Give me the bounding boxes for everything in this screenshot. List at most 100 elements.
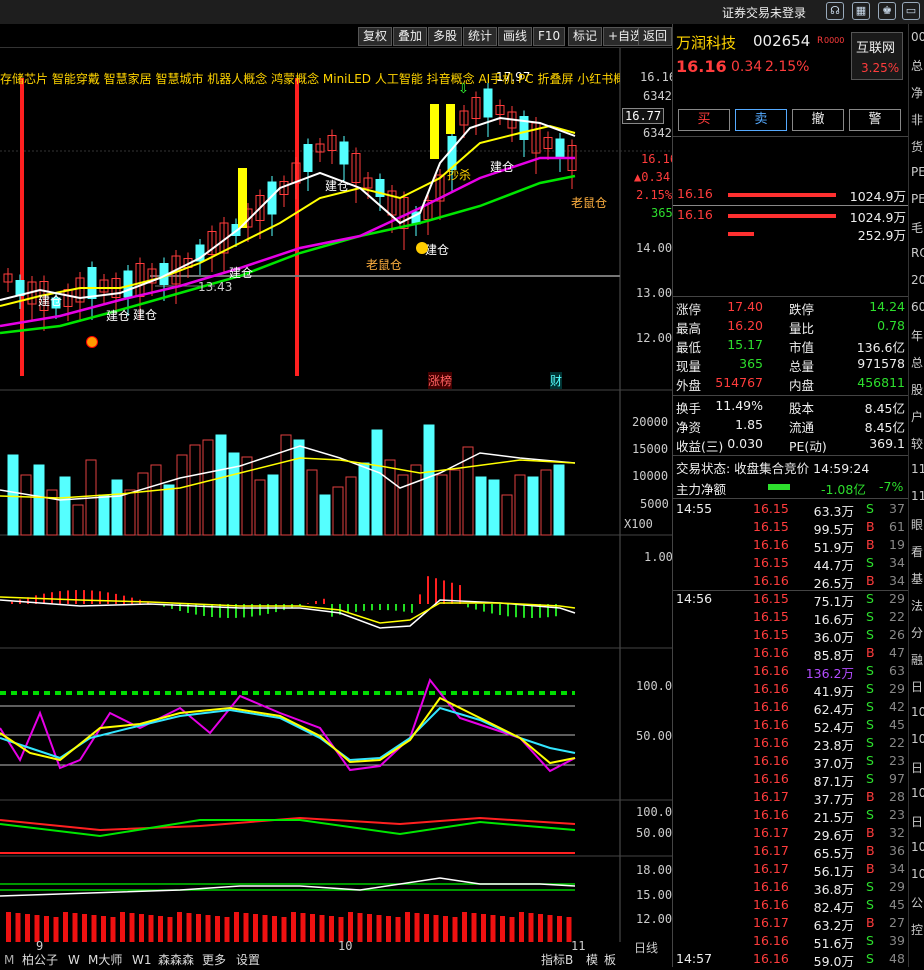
sector-pct: 3.25% [861, 61, 900, 75]
ind4-bar [129, 913, 135, 942]
quote-value: 15.17 [727, 337, 763, 352]
quote-row: 涨停 17.40 跌停 14.24 [673, 299, 909, 317]
tab-item[interactable]: 模 [586, 954, 598, 967]
tick-count: 42 [889, 699, 905, 714]
tab-item[interactable]: 指标B [541, 954, 573, 967]
tick-count: 39 [889, 933, 905, 948]
tick-row: 16.16 87.1万 S 97 [673, 771, 909, 789]
tick-side: S [866, 681, 874, 696]
alert-button[interactable]: 警 [849, 109, 901, 131]
tab-item[interactable]: 森森森 [158, 954, 194, 967]
quote-row: 收益(三) 0.030 PE(动) 369.1 [673, 436, 909, 454]
tab-item[interactable]: W [68, 954, 80, 967]
fuquan-button[interactable]: 复权 [358, 27, 393, 46]
tab-item[interactable]: 柏公子 [22, 954, 58, 967]
tab-item[interactable]: 更多 [202, 954, 226, 967]
quote-label: 外盘 [676, 378, 702, 393]
side-info-item: 00 [911, 30, 924, 44]
ind4-bar [6, 912, 11, 942]
tick-volume: 99.5万 [813, 522, 854, 537]
tick-side: B [866, 843, 875, 858]
tick-side: S [866, 627, 874, 642]
tick-count: 34 [889, 861, 905, 876]
buy-button[interactable]: 买 [678, 109, 730, 131]
volume-bar [228, 452, 240, 536]
quote-label: 量比 [789, 321, 815, 336]
side-info-item: 货 [911, 140, 924, 154]
chart-toolbar: 复权 叠加 多股 统计 画线 F10 标记 +自选 返回 [0, 24, 672, 48]
side-info-item: 非 [911, 113, 924, 127]
quote-value: 0.030 [727, 436, 763, 451]
volume-bar [33, 464, 45, 536]
tick-side: S [866, 699, 874, 714]
window-icon[interactable]: ▭ [902, 2, 920, 20]
tab-arrow-icon[interactable]: M [4, 954, 14, 967]
quote-label: PE(动) [789, 439, 827, 454]
tab-item[interactable]: W1 [132, 954, 152, 967]
tick-price: 16.15 [753, 555, 789, 570]
side-info-item: 较 [911, 437, 924, 451]
mark-button[interactable]: 标记 [568, 27, 603, 46]
tick-count: 28 [889, 789, 905, 804]
sell-button[interactable]: 卖 [735, 109, 787, 131]
side-info-item: RO [911, 246, 924, 260]
tick-volume: 85.8万 [813, 648, 854, 663]
tick-side: S [866, 663, 874, 678]
tick-count: 19 [889, 537, 905, 552]
ind4-bar [72, 913, 78, 942]
stats-button[interactable]: 统计 [463, 27, 498, 46]
ind4-bar [224, 917, 230, 942]
axis-top-price: 16.16 [640, 70, 677, 84]
volume-bar [345, 476, 357, 536]
tick-count: 47 [889, 645, 905, 660]
back-button[interactable]: 返回 [638, 27, 672, 46]
zhangbang-tag[interactable]: 涨榜 [428, 372, 453, 389]
tick-row: 16.16 82.4万 S 45 [673, 897, 909, 915]
volume-bar [397, 474, 409, 536]
concept-ticker[interactable]: 存储芯片 智能穿戴 智慧家居 智慧城市 机器人概念 鸿蒙概念 MiniLED 人… [0, 70, 620, 86]
headset-icon[interactable]: ☊ [826, 2, 844, 20]
finance-tag[interactable]: 财 [550, 372, 563, 389]
shirt-icon[interactable]: ♚ [878, 2, 896, 20]
login-status[interactable]: 证券交易未登录 [722, 4, 806, 21]
title-bar: 证券交易未登录 ☊ ▦ ♚ ▭ [0, 0, 924, 24]
side-info-item: 日 [911, 680, 924, 694]
candle-body [238, 168, 247, 228]
tick-price: 16.16 [753, 537, 789, 552]
ma10-line [0, 124, 576, 307]
draw-line-button[interactable]: 画线 [498, 27, 533, 46]
side-info-item: 公 [911, 896, 924, 910]
f10-button[interactable]: F10 [533, 27, 566, 46]
tick-price: 16.15 [753, 501, 789, 516]
ind4-bar [177, 912, 182, 942]
side-info-item: 年 [911, 329, 924, 343]
overlay-button[interactable]: 叠加 [393, 27, 428, 46]
vol-tick: 5000 [640, 497, 669, 511]
tick-side: S [866, 555, 874, 570]
cancel-order-button[interactable]: 撤 [792, 109, 844, 131]
ind4-bar [120, 912, 125, 942]
tick-price: 16.16 [753, 663, 789, 678]
side-info-item: 融 [911, 653, 924, 667]
tick-row: 16.15 16.6万 S 22 [673, 609, 909, 627]
tick-row: 14:55 16.15 63.3万 S 37 [673, 501, 909, 519]
kline-chart-area[interactable]: 16.16 6342 16.77 6342 16.16 ▲0.34 2.15% … [0, 48, 677, 955]
tick-side: S [866, 717, 874, 732]
tick-volume: 82.4万 [813, 900, 854, 915]
tick-row: 16.16 51.6万 S 39 [673, 933, 909, 951]
tab-item[interactable]: 设置 [236, 954, 260, 967]
tick-price: 16.16 [753, 753, 789, 768]
calculator-icon[interactable]: ▦ [852, 2, 870, 20]
sector-box[interactable]: 互联网 3.25% [851, 32, 903, 80]
jiancang-label: 建仓 [490, 160, 515, 174]
ma5-line [0, 116, 576, 301]
multi-stock-button[interactable]: 多股 [428, 27, 463, 46]
candle-body [15, 280, 25, 296]
ind4-bar [462, 912, 467, 942]
ind4-bar [15, 913, 21, 942]
tab-item[interactable]: 板 [604, 954, 616, 967]
tick-row: 14:57 16.16 59.0万 S 48 [673, 951, 909, 969]
tab-item[interactable]: M大师 [88, 954, 122, 967]
side-info-item: 11 [911, 462, 924, 476]
tick-count: 36 [889, 843, 905, 858]
